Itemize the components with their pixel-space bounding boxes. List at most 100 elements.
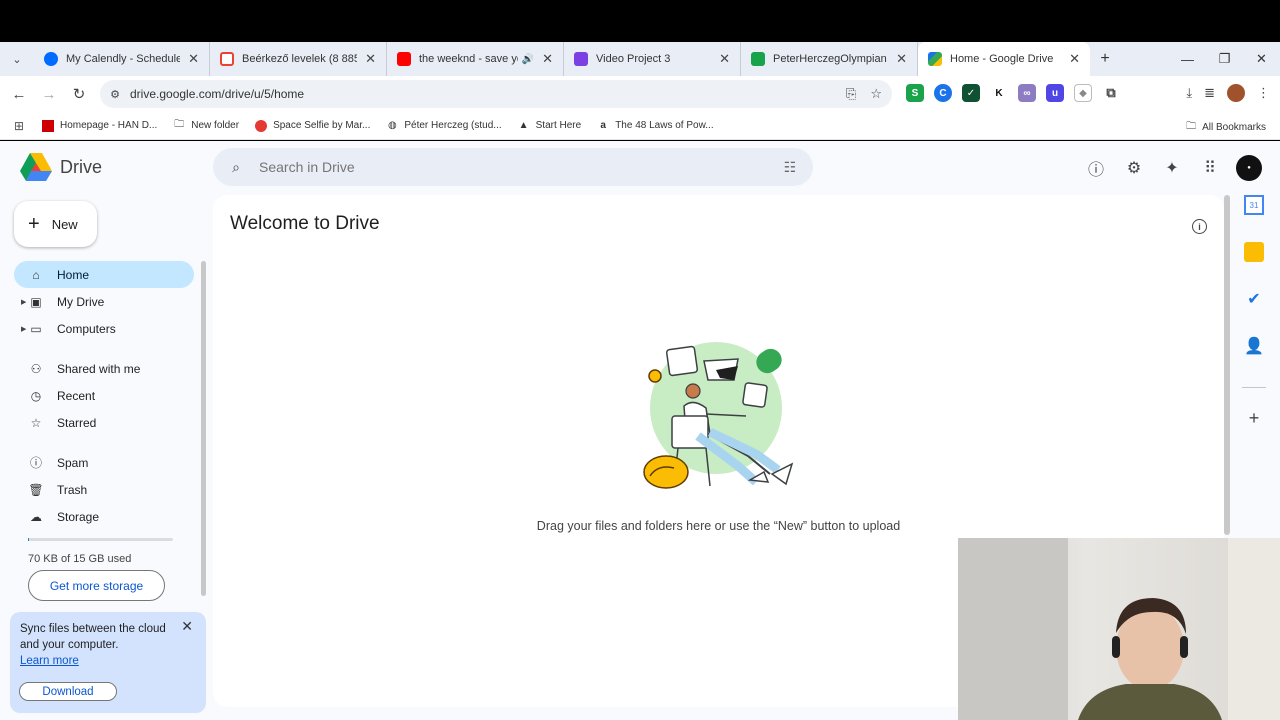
add-addon-icon[interactable]: + [1244,408,1264,428]
bookmark-item[interactable]: ▲ Start Here [518,120,582,132]
close-window-icon[interactable]: ✕ [1243,51,1280,67]
webcam-overlay [958,538,1280,720]
tab-search-chevron-icon[interactable]: ⌄ [0,42,34,76]
back-icon[interactable]: ← [4,86,34,103]
calendly-icon [44,52,58,66]
close-icon[interactable]: ✕ [719,51,730,67]
reading-list-icon[interactable]: ≣ [1204,85,1215,101]
globe-icon: ◍ [387,120,397,131]
install-app-icon[interactable]: ⎘ [846,86,856,102]
download-icon[interactable]: ⤓ [1186,85,1192,101]
screen-top-bar [0,0,1280,42]
search-input[interactable] [259,159,767,175]
drive-logo[interactable]: Drive [20,153,102,181]
extension-shield-icon[interactable]: ◆ [1074,84,1092,102]
header-actions: ⓘ ⚙ ✦ ⠿ ● [1084,155,1262,181]
help-icon[interactable]: ⓘ [1084,156,1108,180]
bookmark-item[interactable]: 🗀 New folder [173,119,239,132]
info-icon[interactable]: i [1192,219,1207,234]
extensions-puzzle-icon[interactable]: ⧉ [1102,84,1120,102]
account-avatar[interactable]: ● [1236,155,1262,181]
storage-used-text: 70 KB of 15 GB used [28,553,132,565]
close-icon[interactable]: ✕ [542,51,553,67]
minimize-icon[interactable]: — [1169,52,1206,67]
sidebar-item-starred[interactable]: ☆ Starred [14,409,194,436]
site-info-icon[interactable]: ⚙ [100,88,130,101]
bookmark-item[interactable]: Space Selfie by Mar... [255,119,370,132]
star-icon: ☆ [30,415,42,430]
sidebar-item-computers[interactable]: ▶ ▭ Computers [14,315,194,342]
restore-icon[interactable]: ❐ [1206,51,1243,67]
trash-icon: 🗑 [28,482,44,497]
settings-gear-icon[interactable]: ⚙ [1122,156,1146,180]
close-icon[interactable]: ✕ [181,618,193,634]
close-icon[interactable]: ✕ [1069,51,1080,67]
expand-caret-icon[interactable]: ▶ [21,298,26,306]
extension-s-icon[interactable]: S [906,84,924,102]
search-options-icon[interactable]: ☷ [767,159,813,176]
gemini-sparkle-icon[interactable]: ✦ [1160,156,1184,180]
keep-icon[interactable] [1244,242,1264,262]
sidebar-item-storage[interactable]: ☁ Storage [14,503,194,530]
calendar-icon[interactable]: 31 [1244,195,1264,215]
extension-k-icon[interactable]: K [990,84,1008,102]
sidebar-item-shared-with-me[interactable]: ⚇ Shared with me [14,355,194,382]
get-more-storage-button[interactable]: Get more storage [28,570,165,601]
extension-c-icon[interactable]: C [934,84,952,102]
download-button[interactable]: Download [19,682,117,701]
sidebar-item-recent[interactable]: ◷ Recent [14,382,194,409]
close-icon[interactable]: ✕ [896,51,907,67]
storage-bar [28,538,173,541]
bookmark-item[interactable]: Homepage - HAN D... [42,119,157,132]
main-scrollbar[interactable] [1224,195,1230,535]
browser-tab[interactable]: PeterHerczegOlympian - V ✕ [741,42,918,76]
sidebar-item-spam[interactable]: ⓘ Spam [14,449,194,476]
bookmark-item[interactable]: ◍ Péter Herczeg (stud... [386,120,502,132]
address-bar[interactable]: ⚙ drive.google.com/drive/u/5/home ⎘ ☆ [100,80,892,108]
extension-u-icon[interactable]: u [1046,84,1064,102]
sidebar-scrollbar[interactable] [201,261,206,596]
browser-tab-active[interactable]: Home - Google Drive ✕ [918,42,1090,76]
close-icon[interactable]: ✕ [188,51,199,67]
sync-promo-card: ✕ Sync files between the cloud and your … [10,612,206,713]
new-button[interactable]: + New [14,201,97,247]
reload-icon[interactable]: ↻ [64,85,94,103]
menu-icon[interactable]: ⋮ [1257,85,1270,101]
browser-tab[interactable]: My Calendly - Scheduled E ✕ [34,42,210,76]
browser-tab[interactable]: Video Project 3 ✕ [564,42,741,76]
mountain-icon: ▲ [518,120,529,131]
bookmark-star-icon[interactable]: ☆ [870,86,882,102]
close-icon[interactable]: ✕ [365,51,376,67]
extension-loop-icon[interactable]: ∞ [1018,84,1036,102]
sidebar-item-trash[interactable]: 🗑 Trash [14,476,194,503]
bookmark-item[interactable]: a The 48 Laws of Pow... [597,120,713,132]
sidebar-item-home[interactable]: ⌂ Home [14,261,194,288]
my-drive-icon: ▣ [30,294,42,309]
speaker-icon[interactable]: 🔊 [522,54,534,65]
search-icon[interactable]: ⌕ [213,159,259,176]
learn-more-link[interactable]: Learn more [20,655,79,667]
cloud-icon: ☁ [30,509,42,524]
han-icon [42,119,54,132]
home-icon: ⌂ [32,267,40,282]
apps-grid-icon[interactable]: ⠿ [1198,156,1222,180]
all-bookmarks[interactable]: 🗀 All Bookmarks [1186,119,1266,136]
extension-v-icon[interactable]: ✓ [962,84,980,102]
apps-icon[interactable]: ⊞ [4,119,34,133]
folder-icon: 🗀 [174,119,185,130]
tasks-icon[interactable]: ✔ [1244,289,1264,309]
expand-caret-icon[interactable]: ▶ [21,325,26,333]
shared-icon: ⚇ [30,361,42,376]
sidebar-item-my-drive[interactable]: ▶ ▣ My Drive [14,288,194,315]
browser-tab[interactable]: Beérkező levelek (8 885) - ✕ [210,42,387,76]
storage-bar-fill [28,538,30,541]
search-bar[interactable]: ⌕ ☷ [213,148,813,186]
contacts-icon[interactable]: 👤 [1244,336,1264,356]
amazon-icon: a [600,120,606,131]
drive-logo-icon [20,153,52,181]
promo-text: Sync files between the cloud and your co… [20,623,166,651]
new-tab-icon[interactable]: + [1090,50,1120,68]
forward-icon[interactable]: → [34,86,64,103]
browser-tab[interactable]: the weeknd - save you 🔊 ✕ [387,42,564,76]
profile-avatar[interactable] [1227,84,1245,102]
